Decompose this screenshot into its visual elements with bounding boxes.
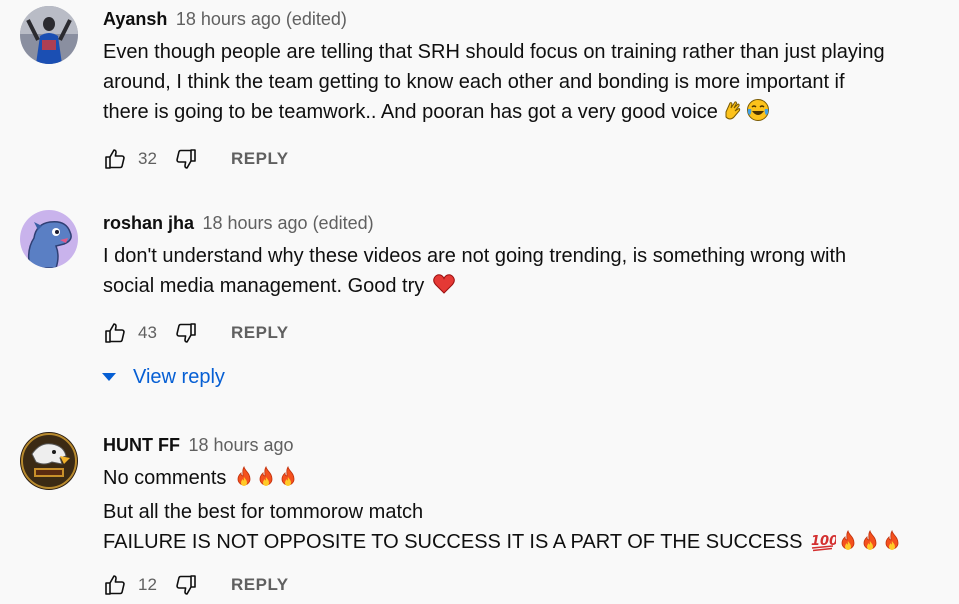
thumb-up-icon <box>103 147 127 171</box>
comment-time[interactable]: 18 hours ago <box>188 435 293 455</box>
like-button[interactable] <box>103 573 127 597</box>
comment-time[interactable]: 18 hours ago (edited) <box>202 213 373 233</box>
comment-header: roshan jha 18 hours ago (edited) <box>103 211 939 235</box>
fire-emoji <box>838 530 858 561</box>
thumb-up-icon <box>103 321 127 345</box>
fire-emoji <box>882 530 902 561</box>
fire-emoji <box>278 466 298 497</box>
comment-line-with-emoji: social media management. Good try <box>103 271 939 305</box>
clapping-hands-emoji <box>720 98 744 131</box>
fire-emoji <box>256 466 276 497</box>
like-count: 32 <box>138 149 157 168</box>
comment-line: there is going to be teamwork.. And poor… <box>103 101 718 123</box>
tears-of-joy-emoji <box>746 98 770 131</box>
fire-emoji <box>234 466 254 497</box>
comment-line: social media management. Good try <box>103 275 425 297</box>
comment-text: Even though people are telling that SRH … <box>103 37 939 131</box>
comment-actions: 32 REPLY <box>103 144 289 174</box>
like-count: 12 <box>138 575 157 594</box>
comment-line-with-emoji: FAILURE IS NOT OPPOSITE TO SUCCESS IT IS… <box>103 527 939 561</box>
thumb-down-icon <box>174 573 198 597</box>
comment-line: FAILURE IS NOT OPPOSITE TO SUCCESS IT IS… <box>103 531 803 553</box>
comment-text: No comments But all the best for tommoro… <box>103 463 939 561</box>
dislike-button[interactable] <box>174 147 198 171</box>
comment-line: around, I think the team getting to know… <box>103 71 845 93</box>
like-button[interactable] <box>103 321 127 345</box>
comment-body: Ayansh 18 hours ago (edited) Even though… <box>103 7 939 131</box>
dislike-button[interactable] <box>174 573 198 597</box>
comment-line-with-emoji: No comments <box>103 463 939 497</box>
comment-actions: 43 REPLY <box>103 318 289 348</box>
view-reply-label: View reply <box>133 365 225 388</box>
view-reply-button[interactable]: View reply <box>101 362 225 392</box>
comment-line: But all the best for tommorow match <box>103 501 424 523</box>
avatar[interactable] <box>20 210 78 268</box>
reply-button[interactable]: REPLY <box>231 575 289 595</box>
comment-header: HUNT FF 18 hours ago <box>103 433 939 457</box>
comment-text: I don't understand why these videos are … <box>103 241 939 305</box>
author-name[interactable]: Ayansh <box>103 9 167 29</box>
comment-header: Ayansh 18 hours ago (edited) <box>103 7 939 31</box>
reply-button[interactable]: REPLY <box>231 149 289 169</box>
comment-time[interactable]: 18 hours ago (edited) <box>176 9 347 29</box>
author-name[interactable]: HUNT FF <box>103 435 180 455</box>
caret-down-icon <box>102 373 116 381</box>
dislike-button[interactable] <box>174 321 198 345</box>
like-button[interactable] <box>103 147 127 171</box>
thumb-up-icon <box>103 573 127 597</box>
thumb-down-icon <box>174 147 198 171</box>
avatar[interactable] <box>20 6 78 64</box>
reply-button[interactable]: REPLY <box>231 323 289 343</box>
comment-line: I don't understand why these videos are … <box>103 245 847 267</box>
comment-body: HUNT FF 18 hours ago No comments But all… <box>103 433 939 561</box>
hundred-points-emoji: 100 <box>810 530 838 561</box>
comment-actions: 12 REPLY <box>103 570 289 600</box>
red-heart-emoji <box>432 272 456 305</box>
fire-emoji <box>860 530 880 561</box>
thumb-down-icon <box>174 321 198 345</box>
author-name[interactable]: roshan jha <box>103 213 194 233</box>
avatar[interactable] <box>20 432 78 490</box>
comment-line-with-emoji: there is going to be teamwork.. And poor… <box>103 97 939 131</box>
comment-body: roshan jha 18 hours ago (edited) I don't… <box>103 211 939 305</box>
comment-line: No comments <box>103 467 227 489</box>
like-count: 43 <box>138 323 157 342</box>
comment-line: Even though people are telling that SRH … <box>103 41 885 63</box>
